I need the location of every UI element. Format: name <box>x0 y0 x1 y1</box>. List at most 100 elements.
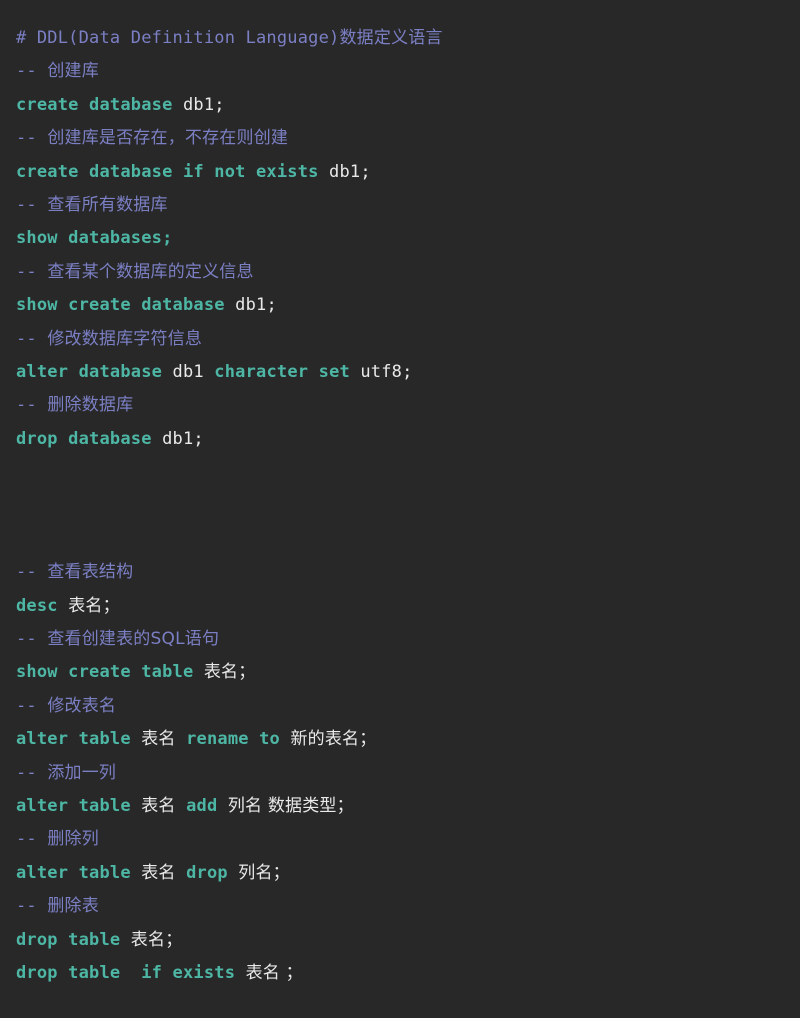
token-cmt: -- <box>16 261 48 282</box>
token-kw: create database if not exists <box>16 161 319 182</box>
code-line: -- 添加一列 <box>16 757 800 790</box>
token-kw: alter table <box>16 862 131 883</box>
token-kw: desc <box>16 595 58 616</box>
token-kw: drop table <box>16 929 121 950</box>
token-id: db1; <box>151 428 204 449</box>
token-cmt: -- <box>16 395 48 416</box>
token-cmt: -- <box>16 328 48 349</box>
token-cmt: -- <box>16 695 48 716</box>
token-kw: drop database <box>16 428 152 449</box>
code-line: show create database db1; <box>16 289 800 322</box>
token-han: 列名 数据类型； <box>227 795 354 816</box>
token-id: db1; <box>318 161 371 182</box>
token-han: 新的表名； <box>290 729 377 750</box>
token-id <box>176 729 186 749</box>
code-line: create database db1; <box>16 89 800 122</box>
token-kw: show databases; <box>16 228 173 249</box>
token-id <box>228 863 238 883</box>
code-line: -- 修改表名 <box>16 690 800 723</box>
token-kw: character set <box>214 361 350 382</box>
token-id: utf8; <box>349 361 413 382</box>
token-cmt-han: 删除数据库 <box>47 395 134 416</box>
token-id <box>280 729 290 749</box>
code-line: drop table if exists 表名 ； <box>16 957 800 990</box>
token-kw: add <box>186 795 218 816</box>
token-cmt-han: 创建库 <box>47 61 99 82</box>
token-id: db1; <box>224 295 277 316</box>
code-line: drop database db1; <box>16 423 800 456</box>
token-kw: alter database <box>16 361 163 382</box>
code-line: # DDL(Data Definition Language)数据定义语言 <box>16 22 800 55</box>
code-line: -- 查看所有数据库 <box>16 189 800 222</box>
code-line: -- 创建库 <box>16 55 800 88</box>
token-kw: alter table <box>16 729 131 750</box>
token-cmt: -- <box>16 829 48 850</box>
code-line: alter table 表名 add 列名 数据类型； <box>16 790 800 823</box>
code-line: -- 删除列 <box>16 823 800 856</box>
code-line: -- 查看某个数据库的定义信息 <box>16 256 800 289</box>
code-line: create database if not exists db1; <box>16 156 800 189</box>
token-id <box>176 863 186 883</box>
code-line: -- 查看表结构 <box>16 556 800 589</box>
token-cmt: -- <box>16 629 48 650</box>
token-id <box>131 796 141 816</box>
token-id: db1; <box>172 94 225 115</box>
code-line: -- 创建库是否存在，不存在则创建 <box>16 122 800 155</box>
token-id: db1 <box>162 361 215 382</box>
token-kw: show create table <box>16 662 194 683</box>
code-line: -- 修改数据库字符信息 <box>16 323 800 356</box>
token-cmt: -- <box>16 128 48 149</box>
code-line: drop table 表名； <box>16 924 800 957</box>
token-kw: alter table <box>16 795 131 816</box>
token-cmt: -- <box>16 194 48 215</box>
code-line: -- 删除数据库 <box>16 389 800 422</box>
token-cmt-han: 查看表结构 <box>47 562 134 583</box>
token-cmt: -- <box>16 562 48 583</box>
token-id <box>131 863 141 883</box>
token-cmt-han: 添加一列 <box>47 762 117 783</box>
code-line: alter table 表名 rename to 新的表名； <box>16 723 800 756</box>
token-han: 表名 ； <box>245 962 303 983</box>
token-id <box>120 930 130 950</box>
token-kw: drop <box>186 862 228 883</box>
code-line: show create table 表名； <box>16 656 800 689</box>
token-id <box>131 729 141 749</box>
code-block[interactable]: # DDL(Data Definition Language)数据定义语言 -- … <box>0 0 800 990</box>
token-han: 表名； <box>130 929 183 950</box>
code-line: show databases; <box>16 222 800 255</box>
code-line: alter database db1 character set utf8; <box>16 356 800 389</box>
code-line: desc 表名； <box>16 590 800 623</box>
token-id <box>176 796 186 816</box>
token-cmt-han: 删除表 <box>47 896 99 917</box>
code-line: -- 查看创建表的SQL语句 <box>16 623 800 656</box>
token-cmt-han: 创建库是否存在，不存在则创建 <box>47 128 289 149</box>
token-cmt-han: 删除列 <box>47 829 99 850</box>
token-cmt-han: 修改表名 <box>47 695 117 716</box>
token-han: 表名 <box>141 729 176 750</box>
token-cmt: # DDL(Data Definition Language) <box>16 28 340 48</box>
token-cmt: -- <box>16 896 48 917</box>
token-cmt: -- <box>16 762 48 783</box>
token-cmt-han: 修改数据库字符信息 <box>47 328 203 349</box>
code-line: alter table 表名 drop 列名； <box>16 857 800 890</box>
token-id <box>235 963 245 983</box>
token-cmt-han: 数据定义语言 <box>339 28 443 48</box>
token-id <box>217 796 227 816</box>
code-line: -- 删除表 <box>16 890 800 923</box>
token-han: 表名； <box>68 595 120 616</box>
token-cmt-han: 查看创建表的SQL语句 <box>47 629 220 650</box>
token-cmt-han: 查看某个数据库的定义信息 <box>47 261 254 282</box>
token-kw: show create database <box>16 295 225 316</box>
token-han: 表名 <box>141 862 176 883</box>
token-id <box>193 662 203 682</box>
token-kw: create database <box>16 94 173 115</box>
token-cmt: -- <box>16 61 48 82</box>
token-han: 列名； <box>238 862 290 883</box>
token-kw: drop table if exists <box>16 962 236 983</box>
token-kw: rename to <box>186 729 280 750</box>
token-id <box>58 596 68 616</box>
token-han: 表名 <box>141 795 176 816</box>
